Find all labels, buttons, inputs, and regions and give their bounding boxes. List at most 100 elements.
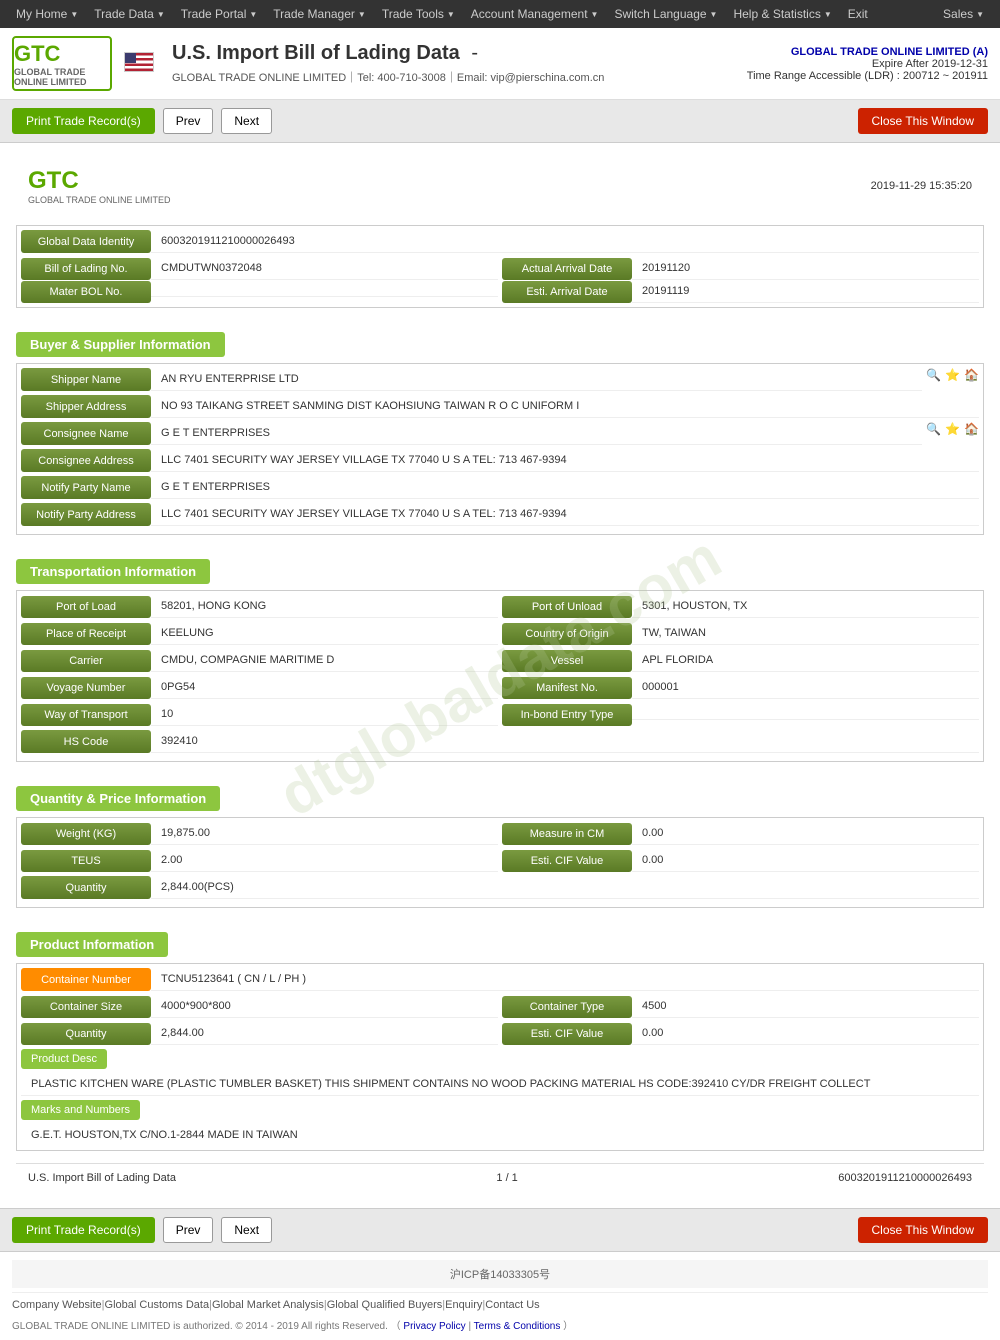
notify-party-name-label: Notify Party Name xyxy=(21,476,151,499)
shipper-address-row: Shipper Address NO 93 TAIKANG STREET SAN… xyxy=(21,395,979,418)
marks-numbers-row: Marks and Numbers G.E.T. HOUSTON,TX C/NO… xyxy=(21,1100,979,1146)
privacy-policy-link[interactable]: Privacy Policy xyxy=(403,1321,465,1332)
teus-value: 2.00 xyxy=(151,849,498,872)
flag-icon xyxy=(124,52,154,75)
container-size-label: Container Size xyxy=(21,996,151,1018)
document-container: dtglobaldata.com GTC GLOBAL TRADE ONLINE… xyxy=(16,159,984,1192)
notify-party-name-value: G E T ENTERPRISES xyxy=(151,476,979,499)
nav-help-statistics[interactable]: Help & Statistics ▼ xyxy=(725,0,839,28)
doc-footer: U.S. Import Bill of Lading Data 1 / 1 60… xyxy=(16,1163,984,1192)
measure-in-cm-label: Measure in CM xyxy=(502,823,632,845)
notify-party-name-row: Notify Party Name G E T ENTERPRISES xyxy=(21,476,979,499)
page-title-area: U.S. Import Bill of Lading Data - GLOBAL… xyxy=(164,42,747,85)
product-esti-cif-label: Esti. CIF Value xyxy=(502,1023,632,1045)
star-icon[interactable]: ⭐ xyxy=(945,368,960,391)
doc-header: GTC GLOBAL TRADE ONLINE LIMITED 2019-11-… xyxy=(16,159,984,213)
nav-trade-data[interactable]: Trade Data ▼ xyxy=(86,0,173,28)
manifest-no-value: 000001 xyxy=(632,676,979,699)
buyer-supplier-section: Buyer & Supplier Information Shipper Nam… xyxy=(16,320,984,535)
marks-numbers-value: G.E.T. HOUSTON,TX C/NO.1-2844 MADE IN TA… xyxy=(21,1124,979,1146)
container-number-row: Container Number TCNU5123641 ( CN / L / … xyxy=(21,968,979,991)
container-type-label: Container Type xyxy=(502,996,632,1018)
hs-code-label: HS Code xyxy=(21,730,151,753)
quantity-row: Quantity 2,844.00(PCS) xyxy=(21,876,979,899)
footer-link-contact[interactable]: Contact Us xyxy=(485,1299,539,1311)
footer-link-enquiry[interactable]: Enquiry xyxy=(445,1299,482,1311)
nav-switch-language[interactable]: Switch Language ▼ xyxy=(606,0,725,28)
home-icon[interactable]: 🏠 xyxy=(964,368,979,391)
product-info-section: Product Information Container Number TCN… xyxy=(16,920,984,1151)
home-icon[interactable]: 🏠 xyxy=(964,422,979,445)
weight-measure-row: Weight (KG) 19,875.00 Measure in CM 0.00 xyxy=(21,822,979,845)
carrier-vessel-row: Carrier CMDU, COMPAGNIE MARITIME D Vesse… xyxy=(21,649,979,672)
doc-logo: GTC GLOBAL TRADE ONLINE LIMITED xyxy=(28,167,171,205)
top-navigation: My Home ▼ Trade Data ▼ Trade Portal ▼ Tr… xyxy=(0,0,1000,28)
port-of-load-value: 58201, HONG KONG xyxy=(151,595,498,618)
nav-exit[interactable]: Exit xyxy=(840,0,876,28)
footer-link-market[interactable]: Global Market Analysis xyxy=(212,1299,324,1311)
port-of-unload-value: 5301, HOUSTON, TX xyxy=(632,595,979,618)
terms-link[interactable]: Terms & Conditions xyxy=(474,1321,561,1332)
shipper-address-value: NO 93 TAIKANG STREET SANMING DIST KAOHSI… xyxy=(151,395,979,418)
port-of-load-label: Port of Load xyxy=(21,596,151,618)
product-desc-label: Product Desc xyxy=(21,1049,107,1069)
prev-button[interactable]: Prev xyxy=(163,108,214,134)
next-button-bottom[interactable]: Next xyxy=(221,1217,272,1243)
country-of-origin-value: TW, TAIWAN xyxy=(632,622,979,645)
buyer-supplier-header: Buyer & Supplier Information xyxy=(16,332,225,357)
hs-code-value: 392410 xyxy=(151,730,979,753)
logo-area: GTC GLOBAL TRADE ONLINE LIMITED xyxy=(12,36,124,91)
footer-link-company[interactable]: Company Website xyxy=(12,1299,102,1311)
way-of-transport-value: 10 xyxy=(151,703,498,726)
top-info-section: Global Data Identity 6003201911210000026… xyxy=(16,225,984,308)
chevron-down-icon: ▼ xyxy=(70,10,78,19)
star-icon[interactable]: ⭐ xyxy=(945,422,960,445)
port-row: Port of Load 58201, HONG KONG Port of Un… xyxy=(21,595,979,618)
search-icon[interactable]: 🔍 xyxy=(926,422,941,445)
prev-button-bottom[interactable]: Prev xyxy=(163,1217,214,1243)
container-number-value: TCNU5123641 ( CN / L / PH ) xyxy=(151,968,979,991)
notify-party-address-label: Notify Party Address xyxy=(21,503,151,526)
container-size-value: 4000*900*800 xyxy=(151,995,498,1018)
top-action-bar: Print Trade Record(s) Prev Next Close Th… xyxy=(0,100,1000,143)
esti-arrival-date-value: 20191119 xyxy=(632,280,979,303)
transportation-header: Transportation Information xyxy=(16,559,210,584)
product-esti-cif-value: 0.00 xyxy=(632,1022,979,1045)
nav-trade-tools[interactable]: Trade Tools ▼ xyxy=(374,0,463,28)
bottom-action-bar: Print Trade Record(s) Prev Next Close Th… xyxy=(0,1208,1000,1251)
notify-party-address-row: Notify Party Address LLC 7401 SECURITY W… xyxy=(21,503,979,526)
container-type-value: 4500 xyxy=(632,995,979,1018)
beian: 沪ICP备14033305号 xyxy=(12,1260,988,1288)
chevron-down-icon: ▼ xyxy=(591,10,599,19)
product-quantity-label: Quantity xyxy=(21,1023,151,1045)
vessel-label: Vessel xyxy=(502,650,632,672)
next-button[interactable]: Next xyxy=(221,108,272,134)
page-footer: 沪ICP备14033305号 Company Website | Global … xyxy=(0,1251,1000,1340)
esti-cif-value-label: Esti. CIF Value xyxy=(502,850,632,872)
print-button-bottom[interactable]: Print Trade Record(s) xyxy=(12,1217,155,1243)
marks-numbers-label: Marks and Numbers xyxy=(21,1100,140,1120)
company-logo: GTC GLOBAL TRADE ONLINE LIMITED xyxy=(12,36,112,91)
product-info-header: Product Information xyxy=(16,932,168,957)
footer-record-id: 6003201911210000026493 xyxy=(838,1172,972,1184)
nav-my-home[interactable]: My Home ▼ xyxy=(8,0,86,28)
nav-sales[interactable]: Sales ▼ xyxy=(935,0,992,28)
close-window-button[interactable]: Close This Window xyxy=(858,108,988,134)
search-icon[interactable]: 🔍 xyxy=(926,368,941,391)
chevron-down-icon: ▼ xyxy=(976,10,984,19)
manifest-no-label: Manifest No. xyxy=(502,677,632,699)
nav-account-management[interactable]: Account Management ▼ xyxy=(463,0,607,28)
chevron-down-icon: ▼ xyxy=(157,10,165,19)
place-of-receipt-label: Place of Receipt xyxy=(21,623,151,645)
footer-link-customs[interactable]: Global Customs Data xyxy=(105,1299,210,1311)
way-of-transport-label: Way of Transport xyxy=(21,704,151,726)
mater-esti-row: Mater BOL No. Esti. Arrival Date 2019111… xyxy=(21,280,979,303)
carrier-value: CMDU, COMPAGNIE MARITIME D xyxy=(151,649,498,672)
chevron-down-icon: ▼ xyxy=(710,10,718,19)
footer-link-buyers[interactable]: Global Qualified Buyers xyxy=(327,1299,443,1311)
nav-trade-portal[interactable]: Trade Portal ▼ xyxy=(173,0,266,28)
nav-trade-manager[interactable]: Trade Manager ▼ xyxy=(265,0,374,28)
print-button[interactable]: Print Trade Record(s) xyxy=(12,108,155,134)
close-window-button-bottom[interactable]: Close This Window xyxy=(858,1217,988,1243)
account-info: GLOBAL TRADE ONLINE LIMITED (A) Expire A… xyxy=(747,46,988,82)
